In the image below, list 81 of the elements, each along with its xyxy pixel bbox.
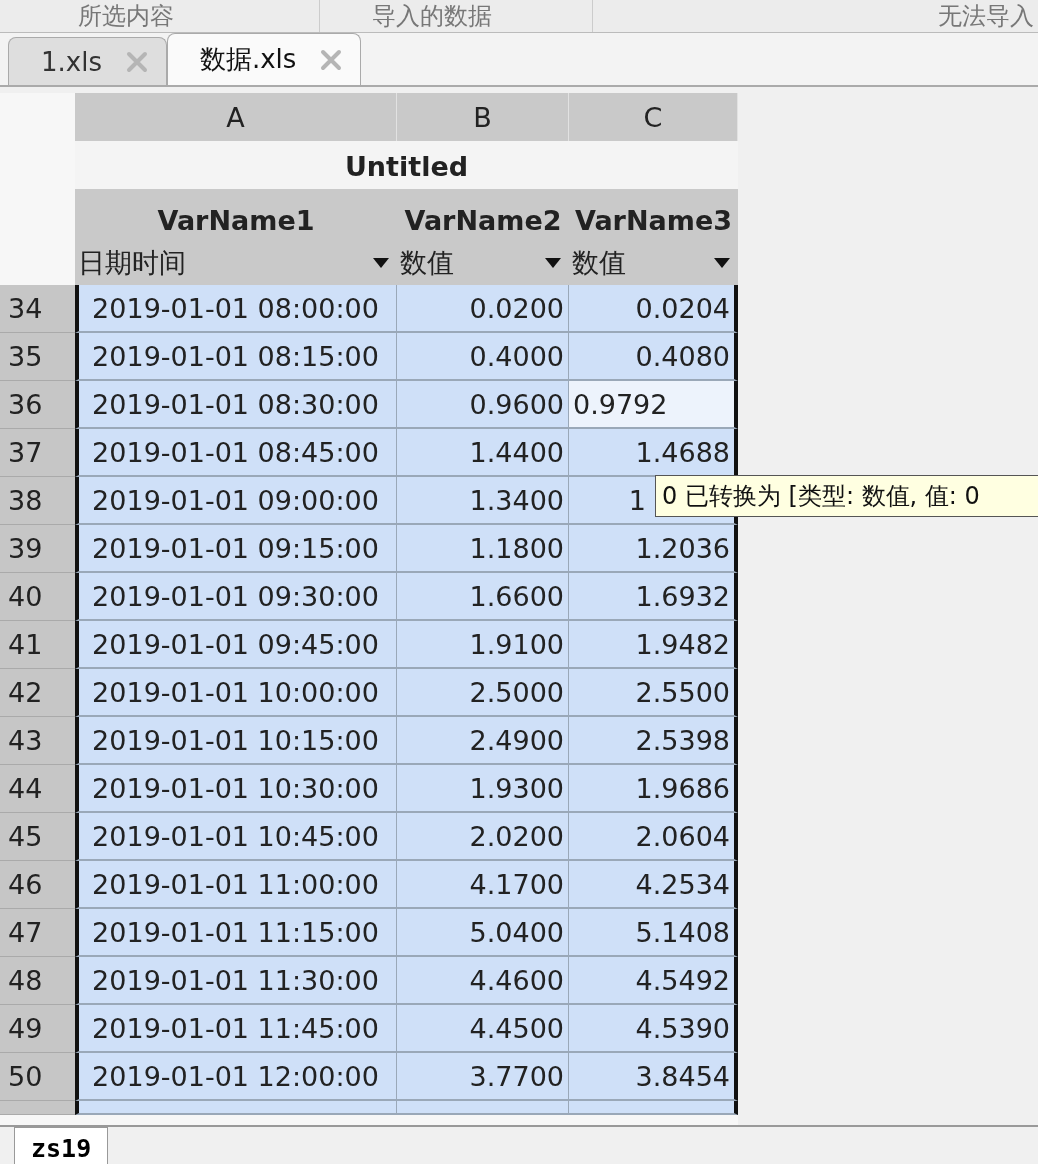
table-cell: 2019-01-01 08:30:00: [75, 381, 397, 429]
column-heading: 所选内容: [78, 2, 174, 30]
table-cell: 1.4400: [397, 429, 569, 477]
table-cell: 4.1700: [397, 861, 569, 909]
row-number[interactable]: 39: [0, 525, 75, 573]
table-cell: 1.3400: [397, 477, 569, 525]
table-cell: 2019-01-01 11:15:00: [75, 909, 397, 957]
table-cell: 2019-01-01 09:15:00: [75, 525, 397, 573]
dropdown-icon[interactable]: [373, 258, 389, 268]
row-number[interactable]: 40: [0, 573, 75, 621]
row-number[interactable]: 35: [0, 333, 75, 381]
row-number[interactable]: 49: [0, 1005, 75, 1053]
column-letter[interactable]: C: [569, 93, 738, 141]
table-cell: 2019-01-01 08:15:00: [75, 333, 397, 381]
table-cell: 2019-01-01 11:45:00: [75, 1005, 397, 1053]
table-cell: 4.4600: [397, 957, 569, 1005]
table-cell: 1.4688: [569, 429, 738, 477]
table-cell: 1.2036: [569, 525, 738, 573]
sheet-tab[interactable]: zs19: [14, 1127, 109, 1164]
table-cell: 0.4080: [569, 333, 738, 381]
table-cell: 2019-01-01 10:15:00: [75, 717, 397, 765]
row-number[interactable]: 50: [0, 1053, 75, 1101]
table-cell: 2019-01-01 10:30:00: [75, 765, 397, 813]
table-cell: 2.5398: [569, 717, 738, 765]
table-cell: 4.5390: [569, 1005, 738, 1053]
row-number[interactable]: 42: [0, 669, 75, 717]
table-cell: 4.2534: [569, 861, 738, 909]
table-cell: 1.6932: [569, 573, 738, 621]
table-cell: 1.9100: [397, 621, 569, 669]
row-number[interactable]: 44: [0, 765, 75, 813]
table-cell: 1.6600: [397, 573, 569, 621]
table-cell: 5.0400: [397, 909, 569, 957]
table-cell: 2019-01-01 08:00:00: [75, 285, 397, 333]
table-cell: 2019-01-01 10:00:00: [75, 669, 397, 717]
column-letter[interactable]: A: [75, 93, 397, 141]
table-cell: 2.0604: [569, 813, 738, 861]
table-cell: 2019-01-01 10:45:00: [75, 813, 397, 861]
row-number[interactable]: 34: [0, 285, 75, 333]
table-cell: 2019-01-01 12:00:00: [75, 1053, 397, 1101]
table-cell: 2019-01-01 09:45:00: [75, 621, 397, 669]
table-cell: 3.7700: [397, 1053, 569, 1101]
table-cell: 2.5500: [569, 669, 738, 717]
table-cell: 5.1408: [569, 909, 738, 957]
row-number[interactable]: 46: [0, 861, 75, 909]
table-cell: 1.9482: [569, 621, 738, 669]
file-tab[interactable]: 数据.xls: [166, 33, 362, 85]
row-number[interactable]: 41: [0, 621, 75, 669]
table-cell: 0.4000: [397, 333, 569, 381]
row-number[interactable]: 48: [0, 957, 75, 1005]
table-cell: 1: [628, 484, 646, 516]
row-number[interactable]: 38: [0, 477, 75, 525]
table-cell: 0.0204: [569, 285, 738, 333]
column-heading: 导入的数据: [372, 2, 492, 30]
table-cell: 2019-01-01 11:30:00: [75, 957, 397, 1005]
table-cell: 2.0200: [397, 813, 569, 861]
table-cell: 0.0200: [397, 285, 569, 333]
table-cell: 2.4900: [397, 717, 569, 765]
row-number[interactable]: 37: [0, 429, 75, 477]
table-cell: 3.8454: [569, 1053, 738, 1101]
dropdown-icon[interactable]: [545, 258, 561, 268]
table-cell: 0.9600: [397, 381, 569, 429]
table-cell: 2019-01-01 08:45:00: [75, 429, 397, 477]
table-cell: 1.9686: [569, 765, 738, 813]
table-cell: 1.1800: [397, 525, 569, 573]
row-number[interactable]: 43: [0, 717, 75, 765]
table-cell: 2019-01-01 11:00:00: [75, 861, 397, 909]
table-cell: 4.4500: [397, 1005, 569, 1053]
row-number[interactable]: 45: [0, 813, 75, 861]
row-number[interactable]: 36: [0, 381, 75, 429]
cell-editor[interactable]: 0.9792: [569, 381, 738, 429]
table-cell: 1.9300: [397, 765, 569, 813]
table-cell: 2019-01-01 09:30:00: [75, 573, 397, 621]
dropdown-icon[interactable]: [714, 258, 730, 268]
row-number[interactable]: 47: [0, 909, 75, 957]
table-cell: 4.5492: [569, 957, 738, 1005]
column-heading: 无法导入: [938, 2, 1034, 30]
table-cell: 2019-01-01 09:00:00: [75, 477, 397, 525]
tooltip: 0 已转换为 [类型: 数值, 值: 0: [655, 475, 1038, 517]
column-letter[interactable]: B: [397, 93, 569, 141]
table-cell: 2.5000: [397, 669, 569, 717]
file-tab[interactable]: 1.xls: [8, 37, 167, 85]
